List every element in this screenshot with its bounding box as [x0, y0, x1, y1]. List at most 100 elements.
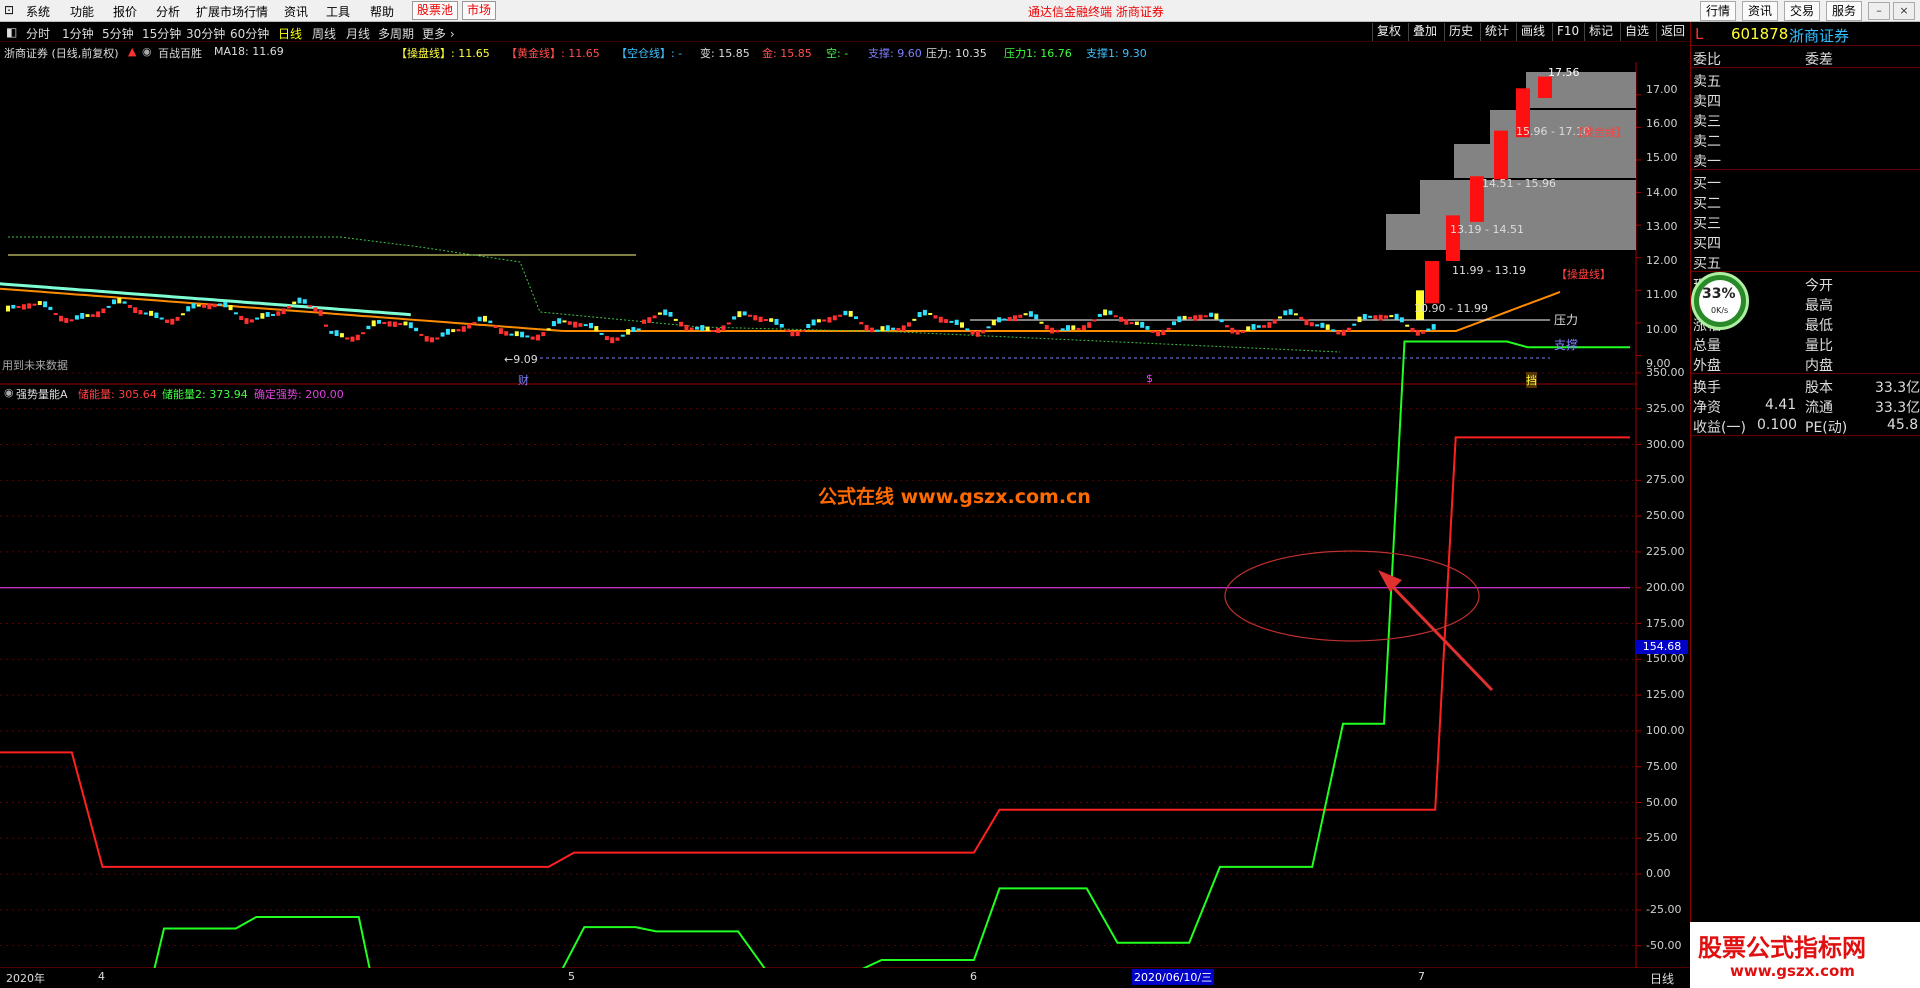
period-5min[interactable]: 5分钟 — [102, 25, 134, 42]
zhicheng-tag: 支撑 — [1554, 338, 1579, 352]
stat-row: 收益(一) 0.100 PE(动) 45.8 — [1691, 416, 1920, 436]
market-button[interactable]: 市场 — [462, 1, 497, 20]
draw-button[interactable]: 画线 — [1516, 23, 1549, 41]
history-button[interactable]: 历史 — [1444, 23, 1477, 41]
candle — [1325, 324, 1330, 330]
period-60min[interactable]: 60分钟 — [230, 25, 269, 42]
candle — [324, 324, 328, 327]
bid-label: 买五 — [1693, 256, 1721, 272]
candle — [1378, 314, 1383, 321]
candle — [392, 321, 397, 327]
candle — [848, 310, 853, 317]
stat-row: 换手 股本 33.3亿 — [1691, 376, 1920, 396]
top-service-button[interactable]: 服务 — [1826, 1, 1863, 21]
candle — [1235, 329, 1240, 335]
indicator-name[interactable]: 百战百胜 — [158, 45, 202, 61]
candle — [1293, 313, 1298, 316]
adjust-button[interactable]: 复权 — [1372, 23, 1405, 41]
zone-label-5: 10.90 - 11.99 — [1414, 302, 1488, 315]
time-label: 5 — [568, 970, 575, 983]
candle — [907, 322, 911, 327]
panel-icon[interactable]: ◧ — [6, 25, 17, 39]
menu-function[interactable]: 功能 — [70, 3, 94, 20]
back-button[interactable]: 返回 — [1656, 23, 1689, 41]
candle — [74, 315, 79, 320]
watchlist-button[interactable]: 自选 — [1620, 23, 1653, 41]
period-fenshi[interactable]: 分时 — [26, 25, 50, 42]
period-more[interactable]: 更多 › — [422, 25, 455, 42]
speed-gauge[interactable]: 33% 0K/s — [1691, 272, 1749, 330]
period-weekly[interactable]: 周线 — [312, 25, 336, 42]
corner-watermark-title: 股票公式指标网 — [1698, 934, 1866, 962]
arrow-head-icon — [1378, 570, 1402, 592]
indicator-tick-label: 350.00 — [1646, 365, 1685, 379]
candle — [854, 316, 858, 320]
indicator-tick-label: 25.00 — [1646, 831, 1678, 845]
kline-candles — [0, 72, 1636, 359]
stock-pool-button[interactable]: 股票池 — [412, 1, 459, 20]
candle — [196, 304, 201, 307]
overlay-button[interactable]: 叠加 — [1408, 23, 1441, 41]
candle — [1013, 315, 1017, 322]
top-quote-button[interactable]: 行情 — [1700, 1, 1737, 21]
huanshou-label: 换手 — [1693, 380, 1721, 396]
candle — [1007, 316, 1012, 322]
candle — [440, 332, 445, 337]
close-icon[interactable]: × — [1893, 2, 1915, 20]
f10-button[interactable]: F10 — [1552, 23, 1583, 41]
minimize-icon[interactable]: – — [1868, 2, 1890, 20]
period-monthly[interactable]: 月线 — [346, 25, 370, 42]
menu-news[interactable]: 资讯 — [284, 3, 308, 20]
app-icon[interactable]: ⊡ — [4, 3, 14, 17]
candle — [1023, 313, 1028, 316]
jingzi-value: 4.41 — [1765, 397, 1797, 413]
indicator-header: ◉ 强势量能A 储能量: 305.64 储能量2: 373.94 确定强势: 2… — [0, 386, 700, 402]
candle — [297, 297, 302, 304]
candle — [710, 329, 715, 332]
candle — [112, 299, 116, 305]
period-15min[interactable]: 15分钟 — [142, 25, 181, 42]
chuneng-value: 储能量: 305.64 — [78, 388, 157, 401]
candle — [1150, 330, 1155, 333]
settings-dot-icon[interactable]: ◉ — [142, 45, 152, 58]
candle — [1405, 324, 1410, 327]
chart-canvas[interactable] — [0, 62, 1690, 970]
top-news-button[interactable]: 资讯 — [1742, 1, 1779, 21]
indicator-title[interactable]: 强势量能A — [16, 386, 68, 402]
candle — [1203, 315, 1208, 318]
top-trade-button[interactable]: 交易 — [1784, 1, 1821, 21]
candle — [589, 322, 593, 329]
candle — [541, 332, 546, 337]
period-daily[interactable]: 日线 — [278, 25, 302, 42]
candle — [1426, 328, 1431, 331]
candle — [880, 326, 885, 331]
indicator-tick-label: 50.00 — [1646, 795, 1678, 809]
menu-tools[interactable]: 工具 — [326, 3, 350, 20]
menu-help[interactable]: 帮助 — [370, 3, 394, 20]
corner-watermark-url: www.gszx.com — [1730, 962, 1855, 980]
period-1min[interactable]: 1分钟 — [62, 25, 94, 42]
candle — [599, 332, 604, 335]
candle — [742, 311, 747, 316]
candle — [1050, 327, 1055, 334]
candle — [233, 312, 238, 315]
indicator-settings-icon[interactable]: ◉ — [4, 386, 14, 399]
period-30min[interactable]: 30分钟 — [186, 25, 225, 42]
future-data-note: 用到未来数据 — [2, 359, 68, 372]
candle — [657, 312, 662, 315]
huangjin-tag: 【黄金线】 — [1572, 126, 1627, 139]
time-label: 7 — [1418, 970, 1425, 983]
indicator-tick-label: 175.00 — [1646, 616, 1685, 630]
highlight-arrow — [1386, 580, 1494, 692]
candle — [594, 326, 599, 332]
menu-system[interactable]: 系统 — [26, 3, 50, 20]
candle — [832, 315, 837, 321]
menu-ext-market[interactable]: 扩展市场行情 — [196, 3, 268, 20]
candle — [546, 328, 551, 331]
mark-button[interactable]: 标记 — [1584, 23, 1617, 41]
menu-quote[interactable]: 报价 — [113, 3, 137, 20]
stats-button[interactable]: 统计 — [1480, 23, 1513, 41]
menu-analysis[interactable]: 分析 — [156, 3, 180, 20]
liutong-label: 流通 — [1805, 400, 1833, 416]
period-multi[interactable]: 多周期 — [378, 25, 414, 42]
